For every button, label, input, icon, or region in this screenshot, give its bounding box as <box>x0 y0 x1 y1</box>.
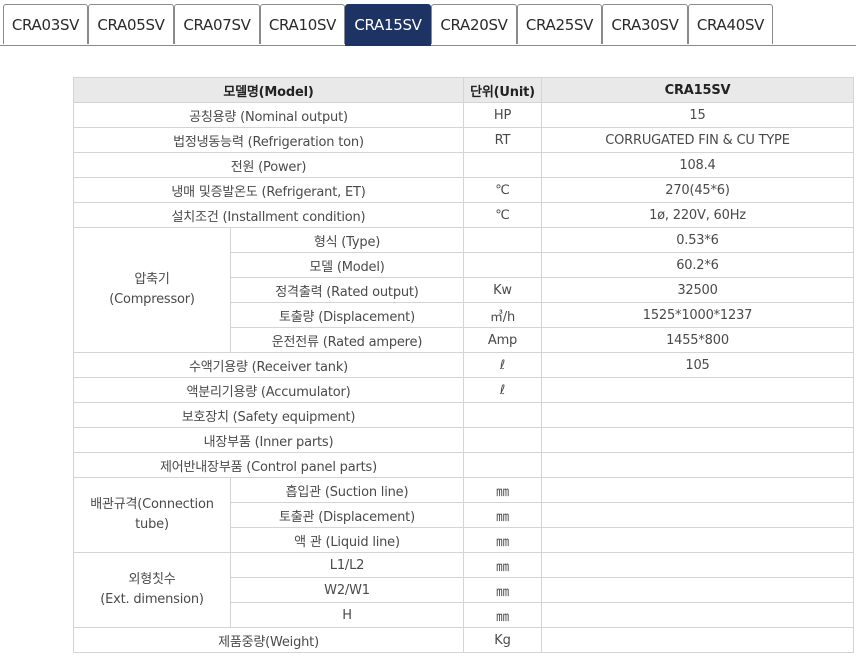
row-value: 105 <box>541 352 854 378</box>
row-value <box>541 602 854 628</box>
row-label: 법정냉동능력 (Refrigeration ton) <box>73 127 464 153</box>
row-value <box>541 627 854 653</box>
row-sublabel: W2/W1 <box>230 577 464 603</box>
row-value: 60.2*6 <box>541 252 854 278</box>
row-value <box>541 527 854 553</box>
table-header-row: 모델명(Model) 단위(Unit) CRA15SV <box>73 77 854 103</box>
tab-cra03sv[interactable]: CRA03SV <box>3 4 88 44</box>
tab-cra30sv[interactable]: CRA30SV <box>602 4 688 44</box>
row-unit: ℓ <box>463 352 542 378</box>
tab-cra15sv[interactable]: CRA15SV <box>345 4 431 46</box>
table-row: 외형칫수 (Ext. dimension) L1/L2 ㎜ <box>73 552 854 628</box>
table-row: 법정냉동능력 (Refrigeration ton) RT CORRUGATED… <box>73 127 854 153</box>
row-unit: Amp <box>463 327 542 353</box>
row-sublabel: 액 관 (Liquid line) <box>230 527 464 553</box>
tab-cra07sv[interactable]: CRA07SV <box>174 4 260 44</box>
tab-cra05sv[interactable]: CRA05SV <box>88 4 174 44</box>
row-unit: ㎜ <box>463 527 542 553</box>
row-sublabel: 형식 (Type) <box>230 227 464 253</box>
group-label-ext-dimension: 외형칫수 (Ext. dimension) <box>73 552 231 628</box>
row-unit: ㎜ <box>463 477 542 503</box>
tab-cra40sv[interactable]: CRA40SV <box>688 4 773 44</box>
row-unit <box>463 252 542 278</box>
row-label: 제어반내장부품 (Control panel parts) <box>73 452 464 478</box>
header-value: CRA15SV <box>541 77 854 103</box>
row-unit <box>463 152 542 178</box>
row-unit <box>463 452 542 478</box>
header-model: 모델명(Model) <box>73 77 464 103</box>
row-unit: Kw <box>463 277 542 303</box>
header-unit: 단위(Unit) <box>463 77 542 103</box>
row-label: 액분리기용량 (Accumulator) <box>73 377 464 403</box>
row-value: 15 <box>541 102 854 128</box>
row-value <box>541 552 854 578</box>
row-label: 공칭용량 (Nominal output) <box>73 102 464 128</box>
row-label: 냉매 및증발온도 (Refrigerant, ET) <box>73 177 464 203</box>
row-unit <box>463 402 542 428</box>
row-label: 제품중량(Weight) <box>73 627 464 653</box>
row-unit: ℓ <box>463 377 542 403</box>
row-unit: ℃ <box>463 202 542 228</box>
row-sublabel: H <box>230 602 464 628</box>
row-unit <box>463 227 542 253</box>
row-label: 내장부품 (Inner parts) <box>73 427 464 453</box>
row-value <box>541 577 854 603</box>
row-unit: RT <box>463 127 542 153</box>
row-label: 설치조건 (Installment condition) <box>73 202 464 228</box>
table-row: 압축기 (Compressor) 형식 (Type) 0.53*6 <box>73 227 854 353</box>
row-sublabel: 모델 (Model) <box>230 252 464 278</box>
row-value: 1525*1000*1237 <box>541 302 854 328</box>
row-unit: ㎜ <box>463 552 542 578</box>
tab-cra25sv[interactable]: CRA25SV <box>517 4 602 44</box>
row-unit: Kg <box>463 627 542 653</box>
tab-cra20sv[interactable]: CRA20SV <box>431 4 517 44</box>
row-value <box>541 477 854 503</box>
table-row: 제어반내장부품 (Control panel parts) <box>73 452 854 478</box>
row-sublabel: L1/L2 <box>230 552 464 578</box>
table-row: 설치조건 (Installment condition) ℃ 1ø, 220V,… <box>73 202 854 228</box>
row-unit: HP <box>463 102 542 128</box>
group-label-compressor: 압축기 (Compressor) <box>73 227 231 353</box>
row-value: 1455*800 <box>541 327 854 353</box>
row-sublabel: 토출량 (Displacement) <box>230 302 464 328</box>
row-value <box>541 452 854 478</box>
table-row: 액분리기용량 (Accumulator) ℓ <box>73 377 854 403</box>
row-sublabel: 정격출력 (Rated output) <box>230 277 464 303</box>
row-label: 보호장치 (Safety equipment) <box>73 402 464 428</box>
row-value <box>541 402 854 428</box>
row-value: CORRUGATED FIN & CU TYPE <box>541 127 854 153</box>
tab-cra10sv[interactable]: CRA10SV <box>260 4 345 44</box>
row-value <box>541 502 854 528</box>
table-row: 수액기용량 (Receiver tank) ℓ 105 <box>73 352 854 378</box>
table-row: 전원 (Power) 108.4 <box>73 152 854 178</box>
table-row: 보호장치 (Safety equipment) <box>73 402 854 428</box>
row-sublabel: 토출관 (Displacement) <box>230 502 464 528</box>
model-tabs: CRA03SV CRA05SV CRA07SV CRA10SV CRA15SV … <box>0 0 856 46</box>
table-row: 냉매 및증발온도 (Refrigerant, ET) ℃ 270(45*6) <box>73 177 854 203</box>
row-value: 32500 <box>541 277 854 303</box>
spec-table: 모델명(Model) 단위(Unit) CRA15SV 공칭용량 (Nomina… <box>73 77 854 653</box>
row-value <box>541 377 854 403</box>
row-value: 108.4 <box>541 152 854 178</box>
row-value: 270(45*6) <box>541 177 854 203</box>
row-unit <box>463 427 542 453</box>
row-label: 전원 (Power) <box>73 152 464 178</box>
group-label-connection-tube: 배관규격(Connection tube) <box>73 477 231 553</box>
row-unit: ℃ <box>463 177 542 203</box>
row-value <box>541 427 854 453</box>
row-sublabel: 운전전류 (Rated ampere) <box>230 327 464 353</box>
row-value: 1ø, 220V, 60Hz <box>541 202 854 228</box>
table-row: 배관규격(Connection tube) 흡입관 (Suction line)… <box>73 477 854 553</box>
row-value: 0.53*6 <box>541 227 854 253</box>
row-label: 수액기용량 (Receiver tank) <box>73 352 464 378</box>
row-unit: ㎜ <box>463 602 542 628</box>
row-unit: ㎜ <box>463 577 542 603</box>
table-row: 공칭용량 (Nominal output) HP 15 <box>73 102 854 128</box>
row-sublabel: 흡입관 (Suction line) <box>230 477 464 503</box>
row-unit: ㎥/h <box>463 302 542 328</box>
table-row: 제품중량(Weight) Kg <box>73 627 854 653</box>
row-unit: ㎜ <box>463 502 542 528</box>
table-row: 내장부품 (Inner parts) <box>73 427 854 453</box>
